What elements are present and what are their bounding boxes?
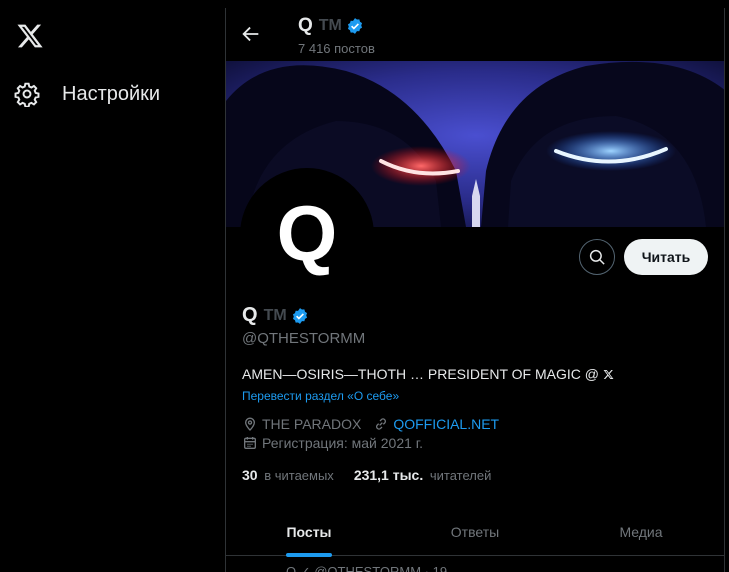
x-logo-icon	[603, 369, 614, 379]
location-icon	[244, 417, 256, 431]
profile-meta-row: THE PARADOX QOFFICIAL.NET	[242, 416, 499, 432]
search-posts-button[interactable]	[579, 239, 615, 275]
tab-replies-label: Ответы	[450, 523, 500, 540]
gear-icon	[14, 82, 40, 107]
left-nav: Настройки	[0, 0, 226, 572]
nav-item-settings[interactable]: Настройки	[14, 76, 160, 112]
tab-media-label: Медиа	[619, 523, 663, 540]
tab-replies[interactable]: Ответы	[392, 508, 558, 555]
profile-tabs: Посты Ответы Медиа	[226, 508, 724, 557]
profile-website-link[interactable]: QOFFICIAL.NET	[393, 416, 499, 432]
profile-bio: AMEN—OSIRIS—THOTH … PRESIDENT OF MAGIC @	[242, 366, 614, 382]
profile-header-bar: Q TM 7 416 постов	[226, 8, 724, 61]
back-arrow-icon[interactable]	[240, 23, 262, 45]
tab-posts[interactable]: Посты	[226, 508, 392, 557]
followers-link[interactable]: 231,1 тыс. читателей	[354, 467, 492, 483]
nav-settings-label: Настройки	[62, 82, 161, 105]
verified-badge-icon	[347, 18, 362, 34]
following-count: 30	[242, 467, 258, 483]
header-name-row: Q TM	[298, 15, 364, 37]
header-posts-count: 7 416 постов	[298, 41, 375, 56]
profile-location: THE PARADOX	[262, 416, 362, 432]
calendar-icon	[244, 437, 256, 449]
active-tab-indicator	[286, 553, 332, 557]
header-name: Q	[298, 15, 313, 36]
link-icon	[376, 418, 387, 430]
profile-avatar[interactable]: Q	[240, 168, 374, 302]
translate-bio-link[interactable]: Перевести раздел «О себе»	[242, 389, 399, 403]
follow-button[interactable]: Читать	[624, 239, 708, 275]
avatar-letter: Q	[276, 189, 338, 277]
header-tm: TM	[318, 17, 342, 34]
profile-name: Q	[242, 304, 258, 326]
profile-stats: 30 в читаемых 231,1 тыс. читателей	[242, 467, 511, 483]
next-post-preview[interactable]: Q ✓ @QTHESTORMM · 19	[286, 564, 447, 572]
followers-count: 231,1 тыс.	[353, 467, 424, 483]
profile-name-row: Q TM	[242, 304, 309, 327]
tab-media[interactable]: Медиа	[558, 508, 724, 555]
profile-joined-row: Регистрация: май 2021 г.	[242, 435, 423, 451]
search-icon	[589, 249, 605, 265]
verified-badge-icon[interactable]	[291, 307, 309, 325]
profile-joined: Регистрация: май 2021 г.	[262, 435, 424, 451]
x-logo-icon[interactable]	[14, 22, 46, 50]
bio-text: AMEN—OSIRIS—THOTH … PRESIDENT OF MAGIC @	[242, 366, 599, 382]
profile-column: Q TM 7 416 постов Q Читать Q TM @QTHESTO…	[225, 8, 725, 572]
followers-label: читателей	[429, 468, 492, 483]
profile-tm: TM	[263, 306, 287, 324]
following-label: в читаемых	[264, 468, 334, 483]
tab-posts-label: Посты	[286, 523, 332, 540]
profile-handle: @QTHESTORMM	[242, 330, 366, 347]
following-link[interactable]: 30 в читаемых	[242, 467, 334, 483]
